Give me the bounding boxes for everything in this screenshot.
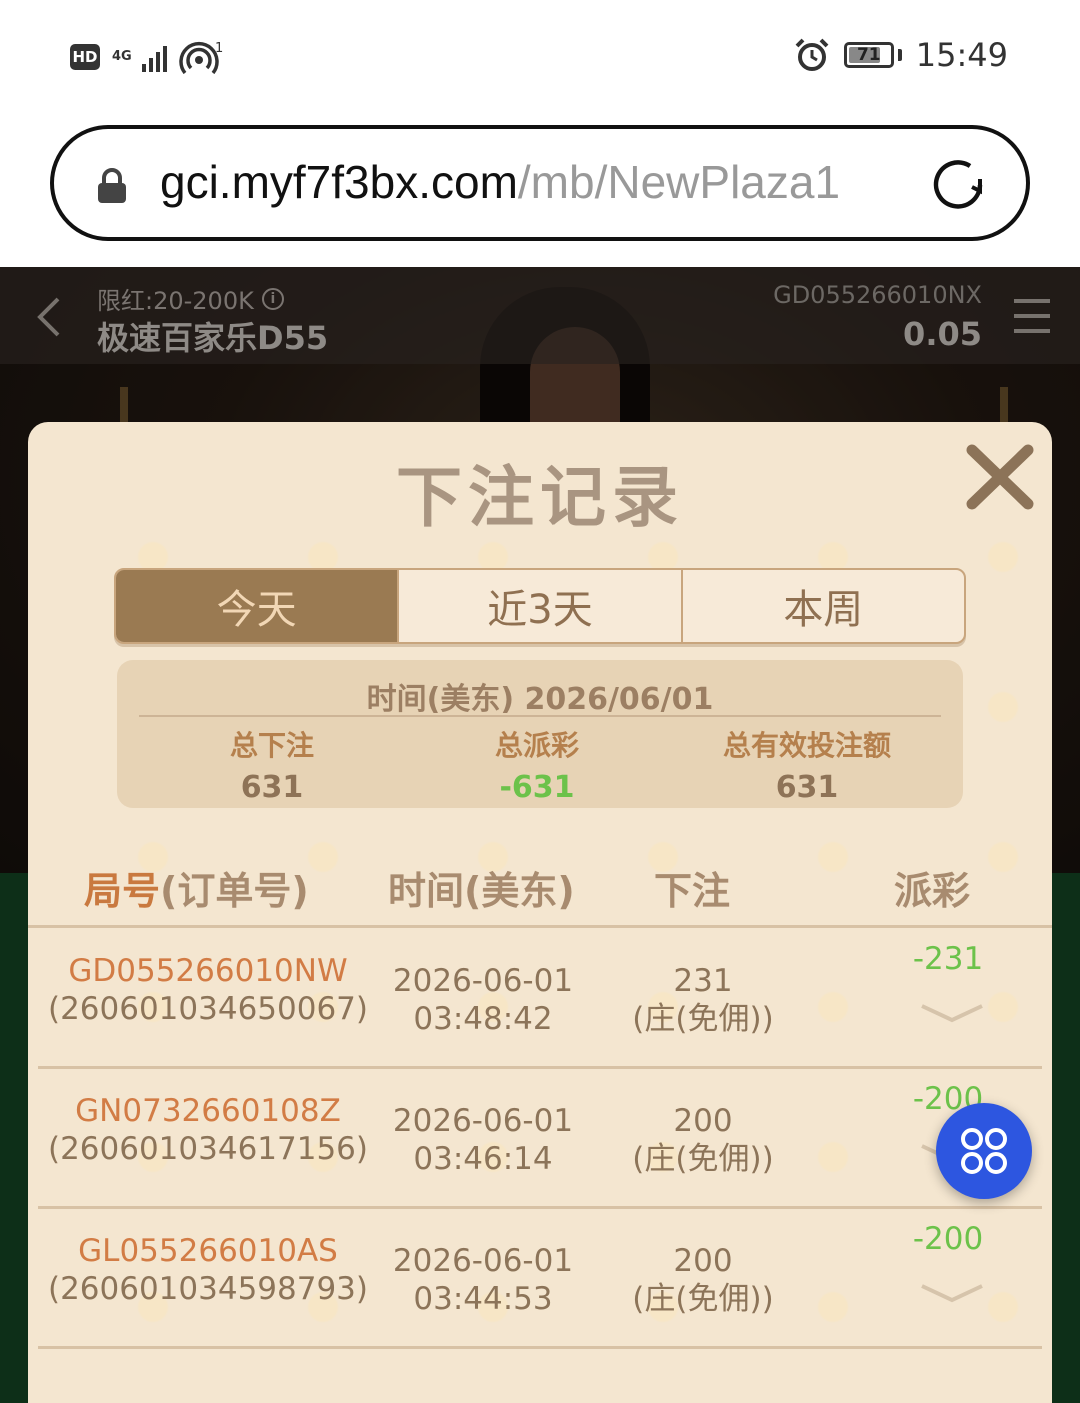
- reload-icon[interactable]: [930, 157, 990, 213]
- stat-total-valid-bet: 总有效投注额 631: [677, 724, 937, 805]
- cell-bet: 200 (庄(免佣)): [632, 1243, 774, 1317]
- tab-this-week[interactable]: 本周: [683, 570, 964, 642]
- url-domain: gci.myf7f3bx.com: [160, 156, 518, 208]
- header-bet: 下注: [654, 869, 731, 913]
- grid-menu-icon: [961, 1128, 1007, 1174]
- url-text[interactable]: gci.myf7f3bx.com/mb/NewPlaza1: [160, 155, 840, 209]
- stat-total-bet: 总下注 631: [172, 724, 372, 805]
- stat-label: 总有效投注额: [722, 729, 891, 762]
- summary-date: 时间(美东) 2026/06/01: [366, 682, 714, 717]
- cell-payout: -200: [912, 1221, 984, 1257]
- table-row[interactable]: GL055266010AS (260601034598793) 2026-06-…: [38, 1208, 1042, 1349]
- table-header: 局号(订单号) 时间(美东) 下注 派彩: [28, 860, 1052, 926]
- date-range-tabs: 今天 近3天 本周: [114, 568, 966, 644]
- round-id: GN0732660108Z: [75, 1093, 341, 1129]
- alarm-icon: [795, 38, 829, 71]
- round-id: GD055266010NW: [68, 953, 348, 989]
- table-row[interactable]: GD055266010NW (260601034650067) 2026-06-…: [38, 928, 1042, 1069]
- header-time: 时间(美东): [388, 869, 575, 913]
- order-id: (260601034617156): [47, 1131, 369, 1167]
- order-id: (260601034598793): [47, 1271, 369, 1307]
- cell-time: 2026-06-01 03:48:42: [392, 963, 574, 1037]
- tab-last-3-days[interactable]: 近3天: [399, 570, 683, 642]
- summary-panel: 时间(美东) 2026/06/01 总下注 631 总派彩 -631 总有效投注…: [117, 660, 963, 808]
- cell-time: 2026-06-01 03:44:53: [392, 1243, 574, 1317]
- bet-limit-text: 限红:20-200K: [97, 287, 254, 315]
- cell-time: 2026-06-01 03:46:14: [392, 1103, 574, 1177]
- status-left: HD 4G 1: [70, 40, 223, 74]
- game-app: 限红:20-200K i 极速百家乐D55 GD055266010NX 0.05…: [0, 267, 1080, 1403]
- table-name: 极速百家乐D55: [97, 319, 329, 357]
- bet-record-modal: 下注记录 今天 近3天 本周 时间(美东) 2026/06/01 总下注 631…: [28, 422, 1052, 1403]
- chevron-down-icon[interactable]: [920, 1002, 984, 1026]
- order-id: (260601034650067): [47, 991, 369, 1027]
- svg-text:1: 1: [215, 41, 223, 56]
- round-id: GL055266010AS: [78, 1233, 338, 1269]
- status-bar: HD 4G 1 71 15:49: [0, 0, 1080, 120]
- stat-value: 631: [775, 770, 839, 805]
- chevron-down-icon[interactable]: [920, 1282, 984, 1306]
- header-round: 局号(订单号): [84, 869, 309, 913]
- header-payout: 派彩: [894, 869, 971, 913]
- cell-round: GD055266010NW (260601034650067): [38, 952, 378, 1028]
- cell-round: GN0732660108Z (260601034617156): [38, 1092, 378, 1168]
- stat-value: 631: [240, 770, 304, 805]
- url-path: /mb/NewPlaza1: [517, 156, 841, 208]
- table-row[interactable]: GN0732660108Z (260601034617156) 2026-06-…: [38, 1068, 1042, 1209]
- modal-title: 下注记录: [396, 459, 684, 536]
- tab-today[interactable]: 今天: [116, 570, 400, 642]
- url-bar[interactable]: gci.myf7f3bx.com/mb/NewPlaza1: [50, 125, 1030, 241]
- close-icon[interactable]: [964, 442, 1036, 512]
- stat-total-payout: 总派彩 -631: [437, 724, 637, 805]
- stat-label: 总派彩: [494, 729, 579, 762]
- clock: 15:49: [915, 36, 1008, 74]
- lock-icon: [98, 168, 126, 203]
- cell-bet: 231 (庄(免佣)): [632, 963, 774, 1037]
- info-icon[interactable]: i: [261, 287, 284, 310]
- menu-icon[interactable]: [1012, 297, 1052, 335]
- game-header: 限红:20-200K i 极速百家乐D55 GD055266010NX 0.05: [0, 267, 1080, 364]
- balance: 0.05: [903, 315, 982, 353]
- signal-icon: [142, 42, 167, 72]
- bet-limit: 限红:20-200K i: [97, 281, 284, 316]
- cell-payout: -231: [912, 941, 984, 977]
- battery-level: 71: [856, 45, 881, 65]
- floating-menu-button[interactable]: [936, 1103, 1032, 1199]
- network-type: 4G: [112, 49, 132, 64]
- battery-icon: 71: [843, 42, 894, 68]
- back-arrow-icon[interactable]: [34, 297, 64, 337]
- stat-value: -631: [499, 770, 575, 805]
- status-right: 71 15:49: [794, 36, 1008, 74]
- stat-label: 总下注: [229, 729, 314, 762]
- cell-bet: 200 (庄(免佣)): [632, 1103, 774, 1177]
- hd-icon: HD: [70, 44, 100, 70]
- current-round-id: GD055266010NX: [773, 281, 982, 309]
- cell-round: GL055266010AS (260601034598793): [38, 1232, 378, 1308]
- hotspot-icon: 1: [179, 41, 223, 74]
